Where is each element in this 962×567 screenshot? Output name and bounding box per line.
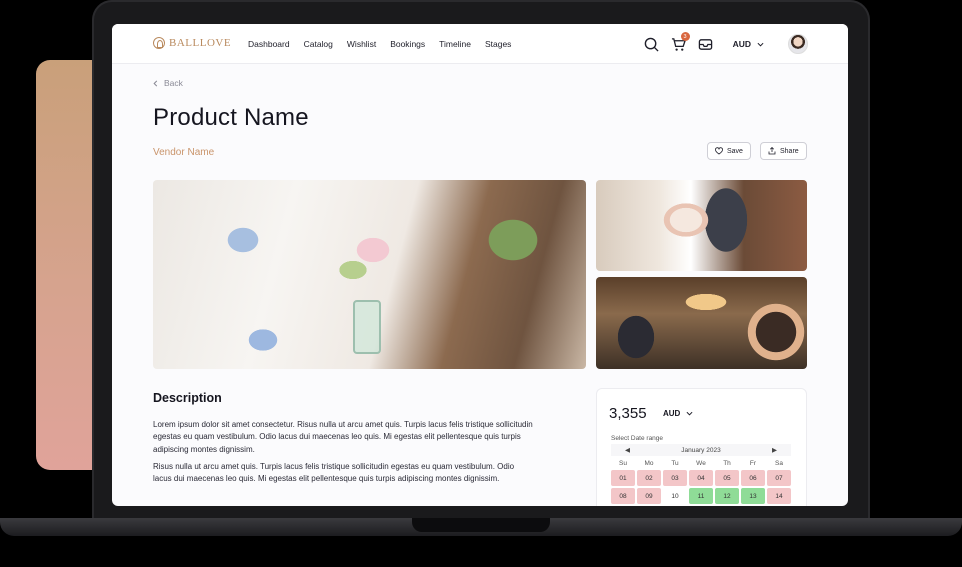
calendar-month: January 2023 [681,446,721,454]
gallery-main-image[interactable] [153,180,586,369]
calendar: ◀ January 2023 ▶ Su Mo Tu We Th Fr Sa 01… [611,444,791,504]
gallery-image-reception[interactable] [596,277,807,369]
calendar-day[interactable]: 13 [741,488,765,504]
calendar-day[interactable]: 10 [663,488,687,504]
weekday-label: We [696,459,706,467]
price-currency-label: AUD [663,409,681,418]
weekday-label: Sa [775,459,783,467]
calendar-day[interactable]: 02 [637,470,661,486]
save-button[interactable]: Save [707,142,751,160]
brand-name: BALLLOVE [169,37,232,49]
calendar-header: ◀ January 2023 ▶ [611,444,791,456]
description-paragraph: Risus nulla ut arcu amet quis. Turpis la… [153,462,515,484]
nav-item-dashboard[interactable]: Dashboard [248,39,290,49]
nav-actions: 3 AUD [634,32,808,54]
calendar-day[interactable]: 09 [637,488,661,504]
currency-selector[interactable]: AUD [733,39,764,49]
weekday-label: Mo [644,459,654,467]
calendar-day[interactable]: 08 [611,488,635,504]
laptop-notch [412,518,550,532]
save-label: Save [727,147,743,155]
chevron-down-icon [757,42,764,47]
weekday-label: Su [619,459,627,467]
nav-item-wishlist[interactable]: Wishlist [347,39,376,49]
nav-item-bookings[interactable]: Bookings [390,39,425,49]
share-icon [768,147,776,155]
calendar-day[interactable]: 07 [767,470,791,486]
chevron-down-icon [686,411,693,416]
logo-icon [153,37,165,49]
booking-card: 3,355 AUD Select Date range ◀ January 20… [596,388,807,506]
calendar-day[interactable]: 14 [767,488,791,504]
top-nav: BALLLOVE Dashboard Catalog Wishlist Book… [112,24,848,64]
calendar-week: 08 09 10 11 12 13 14 [611,488,791,504]
back-label: Back [164,78,183,88]
page-title: Product Name [153,104,309,131]
heart-icon [715,147,723,155]
prev-month-icon[interactable]: ◀ [625,446,630,454]
weekday-label: Th [723,459,731,467]
description-paragraph: Lorem ipsum dolor sit amet consectetur. … [153,420,533,454]
calendar-day[interactable]: 11 [689,488,713,504]
back-link[interactable]: Back [153,78,183,88]
next-month-icon[interactable]: ▶ [772,446,777,454]
nav-item-catalog[interactable]: Catalog [304,39,333,49]
calendar-day[interactable]: 03 [663,470,687,486]
main-menu: Dashboard Catalog Wishlist Bookings Time… [248,39,525,49]
weekday-label: Fr [749,459,757,467]
app-screen: BALLLOVE Dashboard Catalog Wishlist Book… [112,24,848,506]
calendar-week: 01 02 03 04 05 06 07 [611,470,791,486]
calendar-day[interactable]: 04 [689,470,713,486]
stage: BALLLOVE Dashboard Catalog Wishlist Book… [0,0,962,567]
calendar-day[interactable]: 06 [741,470,765,486]
nav-item-timeline[interactable]: Timeline [439,39,471,49]
price-currency-selector[interactable]: AUD [663,409,693,418]
price: 3,355 [609,405,647,422]
cart-count-badge: 3 [680,32,690,41]
brand-logo[interactable]: BALLLOVE [153,37,231,49]
calendar-day[interactable]: 12 [715,488,739,504]
cart-icon[interactable]: 3 [670,32,690,53]
nav-item-stages[interactable]: Stages [485,39,511,49]
avatar[interactable] [788,34,808,54]
chevron-left-icon [153,80,158,86]
search-icon[interactable] [643,35,661,53]
currency-label: AUD [732,39,751,49]
weekday-row: Su Mo Tu We Th Fr Sa [611,458,791,468]
weekday-label: Tu [671,459,679,467]
description-heading: Description [153,391,222,405]
date-range-label: Select Date range [611,435,664,442]
calendar-day[interactable]: 01 [611,470,635,486]
gallery-image-bouquet[interactable] [596,180,807,271]
share-label: Share [780,147,799,155]
inbox-icon[interactable] [697,35,715,53]
vendor-name[interactable]: Vendor Name [153,147,214,158]
share-button[interactable]: Share [760,142,807,160]
calendar-day[interactable]: 05 [715,470,739,486]
